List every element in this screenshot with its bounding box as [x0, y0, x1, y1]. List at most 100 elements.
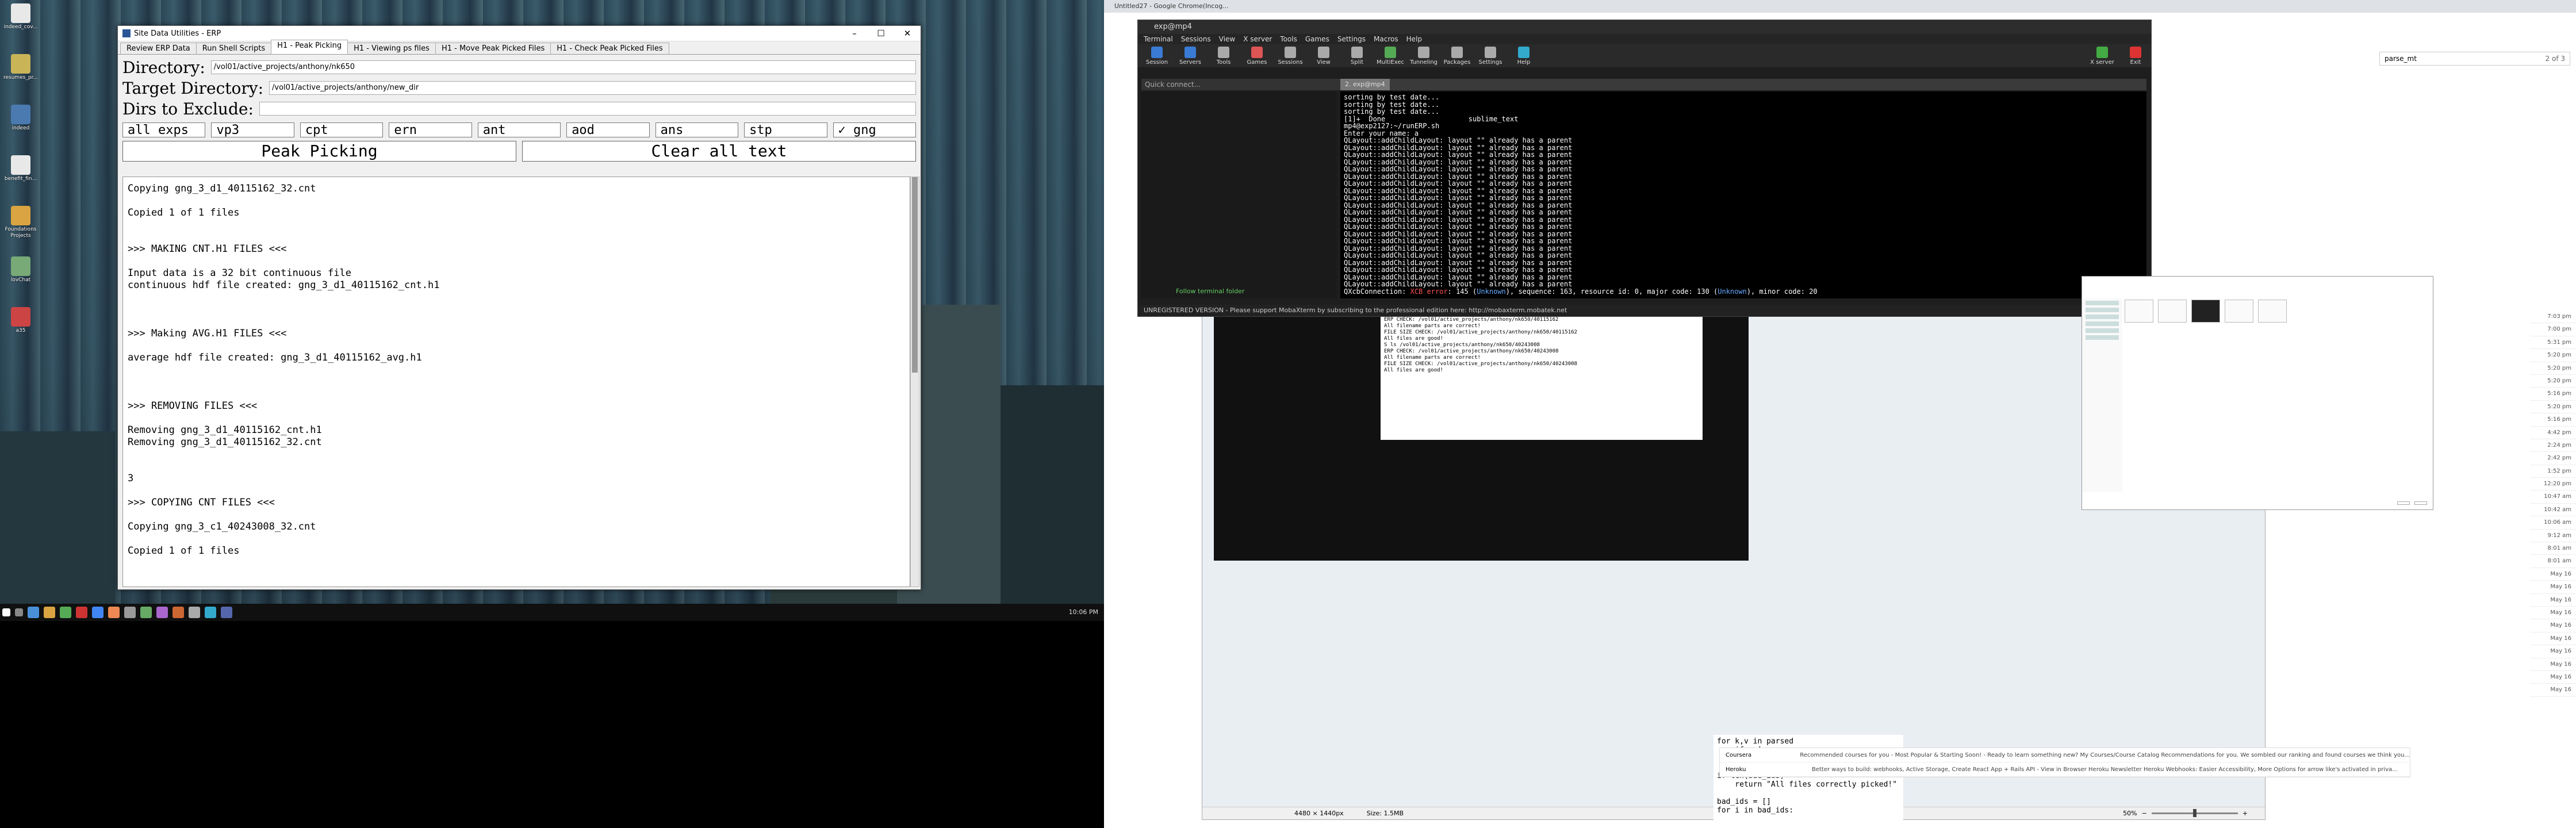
mail-time[interactable]: 2:24 pm — [2530, 439, 2576, 453]
toolbar-button[interactable]: Settings — [1475, 46, 1506, 66]
mail-time[interactable]: 10:47 am — [2530, 490, 2576, 504]
output-text-area[interactable]: Copying gng_3_d1_40115162_32.cnt Copied 1… — [122, 177, 910, 587]
toolbar-button[interactable]: X server — [2087, 46, 2118, 66]
follow-terminal-folder[interactable]: Follow terminal folder — [1176, 288, 1244, 295]
toolbar-button[interactable]: Games — [1241, 46, 1272, 66]
editor-icon[interactable] — [140, 607, 152, 618]
desktop-icon[interactable]: lovChat — [3, 256, 38, 283]
toolbar-button[interactable]: Tunneling — [1408, 46, 1439, 66]
extension-checkbox[interactable]: ant — [477, 122, 561, 137]
toolbar-button[interactable]: Exit — [2120, 46, 2151, 66]
extension-checkbox[interactable]: ans — [655, 122, 739, 137]
mail-time[interactable]: 4:42 pm — [2530, 427, 2576, 439]
quick-connect-input[interactable]: Quick connect... — [1141, 79, 1340, 90]
desktop-icon[interactable]: a35 — [3, 307, 38, 334]
mail-time[interactable]: 8:01 am — [2530, 555, 2576, 568]
zoom-slider[interactable] — [2151, 809, 2238, 817]
dialog-folder-tree[interactable] — [2082, 298, 2122, 492]
app-icon[interactable] — [156, 607, 168, 618]
mail-time[interactable]: May 16 — [2530, 594, 2576, 607]
mail-time[interactable]: 1:52 pm — [2530, 465, 2576, 478]
app-icon[interactable] — [172, 607, 184, 618]
notification-row[interactable]: Heroku Better ways to build: webhooks, Ac… — [1720, 762, 2410, 777]
file-thumb[interactable] — [2225, 300, 2253, 323]
terminal-output[interactable]: sorting by test date... sorting by test d… — [1340, 91, 2146, 298]
chrome-tab-title[interactable]: Untitled27 - Google Chrome(Incog... — [1114, 2, 1229, 10]
extension-checkbox[interactable]: cpt — [300, 122, 384, 137]
mail-time[interactable]: May 16 — [2530, 671, 2576, 684]
extension-checkbox[interactable]: stp — [744, 122, 827, 137]
menu-item[interactable]: Terminal — [1144, 35, 1173, 43]
mail-time[interactable]: May 16 — [2530, 658, 2576, 671]
app-icon[interactable] — [205, 607, 216, 618]
notification-row[interactable]: Coursera Recommended courses for you - Mo… — [1720, 748, 2410, 762]
peak-picking-button[interactable]: Peak Picking — [122, 141, 516, 162]
mail-time[interactable]: 5:20 pm — [2530, 401, 2576, 414]
directory-input[interactable]: /vol01/active_projects/anthony/nk650 — [210, 60, 916, 74]
tab-3[interactable]: H1 - Viewing ps files — [347, 43, 436, 54]
menu-item[interactable]: Tools — [1280, 35, 1297, 43]
file-thumb[interactable] — [2158, 300, 2187, 323]
mail-time[interactable]: 7:00 pm — [2530, 323, 2576, 336]
tab-1[interactable]: Run Shell Scripts — [195, 43, 272, 54]
app-icon[interactable] — [108, 607, 120, 618]
terminal-tab[interactable]: 2. exp@mp4 — [1340, 79, 1390, 90]
mail-time[interactable]: 5:16 pm — [2530, 413, 2576, 427]
menu-item[interactable]: Sessions — [1181, 35, 1211, 43]
mail-time[interactable]: 5:16 pm — [2530, 388, 2576, 401]
cancel-button[interactable] — [2414, 501, 2427, 505]
app-icon[interactable] — [189, 607, 200, 618]
mail-time[interactable]: May 16 — [2530, 684, 2576, 697]
mail-time[interactable]: 9:12 am — [2530, 530, 2576, 543]
target-directory-input[interactable]: /vol01/active_projects/anthony/new_dir — [269, 81, 916, 95]
store-icon[interactable] — [60, 607, 71, 618]
mail-time[interactable]: 10:42 am — [2530, 504, 2576, 517]
search-icon[interactable] — [15, 608, 23, 616]
edge-icon[interactable] — [28, 607, 39, 618]
toolbar-button[interactable]: View — [1308, 46, 1339, 66]
terminal-icon[interactable] — [124, 607, 136, 618]
toolbar-button[interactable]: Packages — [1442, 46, 1473, 66]
mail-icon[interactable] — [76, 607, 87, 618]
extension-checkbox[interactable]: aod — [566, 122, 650, 137]
mail-time[interactable]: 7:03 pm — [2530, 310, 2576, 324]
clear-text-button[interactable]: Clear all text — [522, 141, 916, 162]
menu-item[interactable]: X server — [1243, 35, 1272, 43]
desktop-icon[interactable]: resumes_pr... — [3, 54, 38, 81]
mail-time[interactable]: 2:42 pm — [2530, 452, 2576, 465]
maximize-icon[interactable]: ☐ — [868, 26, 894, 41]
output-scrollbar[interactable] — [910, 177, 919, 587]
tab-4[interactable]: H1 - Move Peak Picked Files — [435, 43, 551, 54]
start-icon[interactable] — [2, 608, 10, 616]
mail-time[interactable]: 5:20 pm — [2530, 349, 2576, 362]
toolbar-button[interactable]: Session — [1141, 46, 1172, 66]
menu-item[interactable]: Help — [1406, 35, 1422, 43]
mail-time[interactable]: 10:06 am — [2530, 516, 2576, 530]
find-input[interactable]: parse_mt — [2385, 55, 2417, 63]
desktop-icon[interactable]: benefit_fin... — [3, 155, 38, 182]
chrome-icon[interactable] — [92, 607, 103, 618]
close-icon[interactable]: ✕ — [894, 26, 921, 41]
mail-time[interactable]: 5:20 pm — [2530, 375, 2576, 388]
toolbar-button[interactable]: Tools — [1208, 46, 1239, 66]
desktop-icon[interactable]: Foundations Projects — [3, 206, 38, 239]
extension-checkbox[interactable]: ✓ gng — [833, 122, 916, 137]
tab-2[interactable]: H1 - Peak Picking — [271, 40, 348, 54]
toolbar-button[interactable]: Servers — [1175, 46, 1206, 66]
tab-5[interactable]: H1 - Check Peak Picked Files — [550, 43, 669, 54]
mail-time[interactable]: May 16 — [2530, 632, 2576, 646]
desktop-icon[interactable]: indeed_cov... — [3, 3, 38, 30]
file-thumb[interactable] — [2191, 300, 2220, 323]
mail-time[interactable]: 5:31 pm — [2530, 336, 2576, 350]
menu-item[interactable]: Games — [1305, 35, 1329, 43]
mail-time[interactable]: 12:20 pm — [2530, 478, 2576, 491]
file-thumb[interactable] — [2125, 300, 2153, 323]
mail-time[interactable]: May 16 — [2530, 645, 2576, 658]
toolbar-button[interactable]: MultiExec — [1375, 46, 1406, 66]
toolbar-button[interactable]: Help — [1508, 46, 1539, 66]
mail-time[interactable]: 8:01 am — [2530, 542, 2576, 555]
extension-checkbox[interactable]: vp3 — [211, 122, 294, 137]
menu-item[interactable]: Macros — [1374, 35, 1398, 43]
app-icon[interactable] — [221, 607, 232, 618]
extension-checkbox[interactable]: ern — [389, 122, 472, 137]
